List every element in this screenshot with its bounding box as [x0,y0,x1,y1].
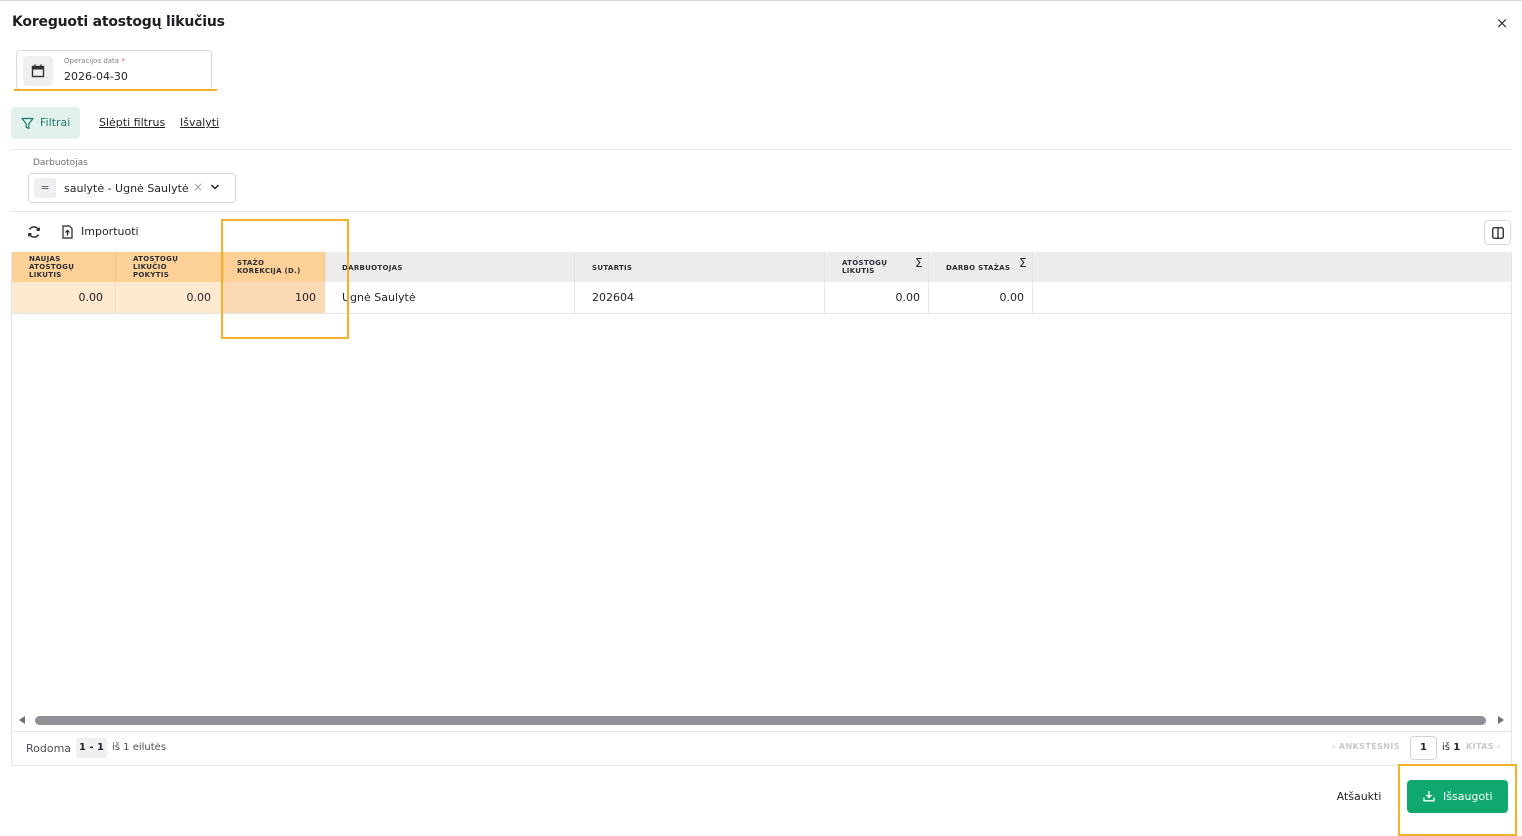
close-icon[interactable]: × [1494,15,1510,31]
chevron-down-icon[interactable] [210,183,220,191]
dialog-title: Koreguoti atostogų likučius [12,14,225,30]
calendar-icon[interactable] [23,56,53,86]
data-grid: NAUJAS ATOSTOGŲ LIKUTIS ATOSTOGŲ LIKUČIO… [11,252,1512,766]
filters-button[interactable]: Filtrai [11,107,80,139]
showing-label: Rodoma [26,742,72,755]
import-button-label[interactable]: Importuoti [81,225,139,238]
total-rows-label: iš 1 eilutės [112,742,167,753]
adjust-vacation-dialog: Koreguoti atostogų likučius × Operacijos… [0,0,1522,836]
date-field-highlight-underline [14,89,217,91]
filter-icon [21,117,34,130]
columns-icon [1492,227,1504,239]
row-range-badge: 1 - 1 [76,738,107,758]
scroll-left-icon[interactable] [19,716,25,724]
cell-seniority-correction[interactable]: 100 [224,282,325,314]
total-pages-label: iš 1 [1442,742,1461,753]
previous-page-button: ‹ ANKSTESNIS [1332,742,1400,751]
column-header-vacation-balance[interactable]: ATOSTOGŲ LIKUTIS Σ [825,252,929,282]
column-header-employee[interactable]: DARBUOTOJAS [325,252,575,282]
save-button-label: Išsaugoti [1443,790,1493,803]
operation-date-field[interactable]: Operacijos data * 2026-04-30 [16,50,212,90]
column-header-new-balance[interactable]: NAUJAS ATOSTOGŲ LIKUTIS [12,252,116,282]
cancel-button[interactable]: Atšaukti [1328,785,1390,809]
save-button[interactable]: Išsaugoti [1407,780,1508,813]
cell-contract: 202604 [575,282,825,314]
download-icon [1423,791,1435,802]
refresh-icon[interactable] [27,225,41,239]
hide-filters-link[interactable]: Slėpti filtrus [99,116,165,129]
cell-vacation-balance: 0.00 [825,282,929,314]
filters-button-label: Filtrai [40,116,71,129]
employee-filter-value: saulytė - Ugnė Saulytė [64,182,189,195]
cell-employee: Ugnė Saulytė [325,282,575,314]
divider [11,211,1511,212]
cell-work-seniority: 0.00 [929,282,1033,314]
cell-balance-change[interactable]: 0.00 [116,282,224,314]
sum-icon[interactable]: Σ [1019,257,1027,269]
column-header-contract[interactable]: SUTARTIS [575,252,825,282]
divider [11,149,1511,150]
scrollbar-thumb[interactable] [35,716,1486,725]
operation-date-label: Operacijos data * [64,57,125,65]
employee-filter-select[interactable]: = saulytė - Ugnė Saulytė × [28,173,236,203]
clear-selection-icon[interactable]: × [193,180,203,194]
employee-filter-label: Darbuotojas [33,158,88,168]
import-icon[interactable] [61,225,74,239]
operation-date-value[interactable]: 2026-04-30 [64,70,128,83]
scroll-right-icon[interactable] [1498,716,1504,724]
next-page-button: KITAS › [1466,742,1501,751]
required-mark: * [121,57,125,65]
clear-filters-link[interactable]: Išvalyti [180,116,219,129]
horizontal-scrollbar[interactable] [12,713,1511,729]
page-number-input[interactable]: 1 [1410,736,1437,760]
column-header-work-seniority[interactable]: DARBO STAŽAS Σ [929,252,1033,282]
columns-toggle-button[interactable] [1484,220,1511,245]
column-header-balance-change[interactable]: ATOSTOGŲ LIKUČIO POKYTIS [116,252,224,282]
divider [12,731,1511,732]
sum-icon[interactable]: Σ [915,257,923,269]
operator-equals-button[interactable]: = [34,178,56,198]
column-header-seniority-correction[interactable]: STAŽO KOREKCIJA (D.) [224,252,325,282]
cell-new-balance[interactable]: 0.00 [12,282,116,314]
